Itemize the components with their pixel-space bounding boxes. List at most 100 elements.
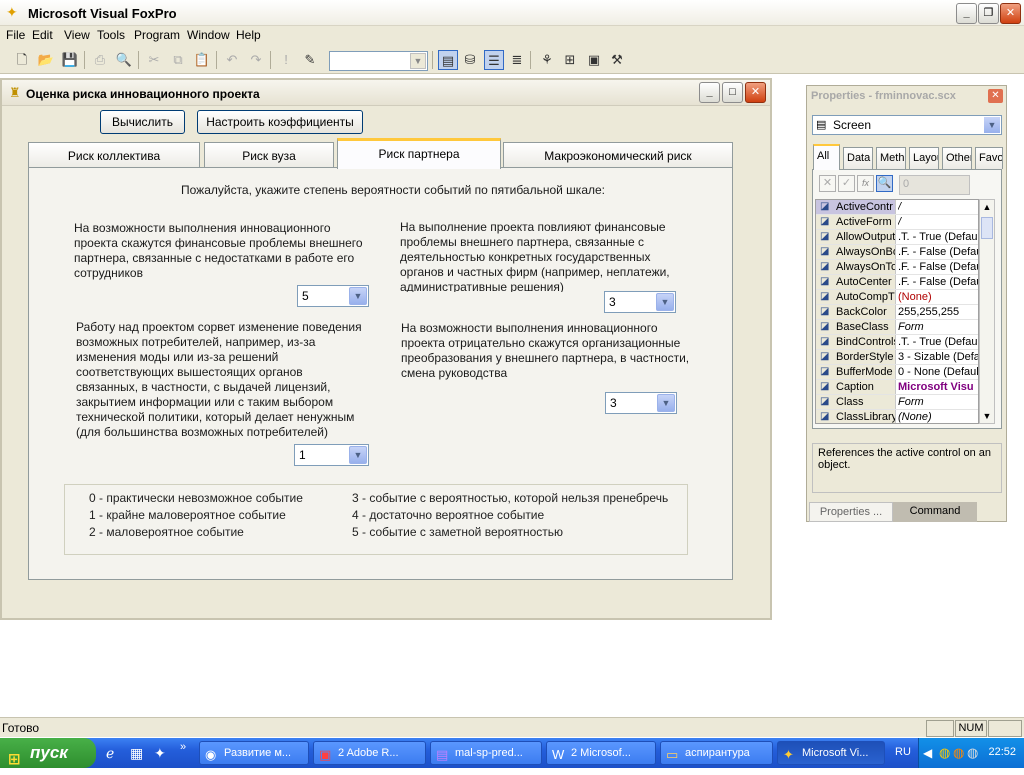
redo-icon[interactable]: ↷ xyxy=(246,50,266,70)
form-minimize-button[interactable]: _ xyxy=(699,82,720,103)
code-window-icon[interactable]: ≣ xyxy=(507,50,527,70)
toolbox-icon[interactable]: ⚒ xyxy=(607,50,627,70)
chevron-up-icon[interactable]: ▲ xyxy=(980,200,994,214)
chevron-down-icon[interactable]: ▼ xyxy=(656,293,674,311)
paste-icon[interactable]: 📋 xyxy=(192,50,212,70)
form-close-button[interactable]: ✕ xyxy=(745,82,766,103)
configure-coefficients-button[interactable]: Настроить коэффициенты xyxy=(197,110,363,134)
undo-icon[interactable]: ↶ xyxy=(222,50,242,70)
question-3-select[interactable]: 1 ▼ xyxy=(294,444,369,466)
property-row[interactable]: BackColor255,255,255 xyxy=(816,305,978,320)
property-row[interactable]: BindControls.T. - True (Defau xyxy=(816,335,978,350)
task-chrome[interactable]: ◉ Развитие м... xyxy=(199,741,309,765)
chevron-left-icon[interactable]: ◀ xyxy=(923,746,932,760)
task-adobe-reader[interactable]: ▣ 2 Adobe R... xyxy=(313,741,426,765)
property-row[interactable]: BorderStyle3 - Sizable (Defau xyxy=(816,350,978,365)
modify-form-icon[interactable]: ✎ xyxy=(300,50,320,70)
property-row[interactable]: AlwaysOnBo.F. - False (Defau xyxy=(816,245,978,260)
task-pane-icon[interactable]: ▣ xyxy=(584,50,604,70)
props-tab-methods[interactable]: Metho xyxy=(876,147,906,169)
chevron-down-icon[interactable]: ▼ xyxy=(980,409,994,423)
desktop-icon[interactable]: ▦ xyxy=(130,745,143,762)
property-row[interactable]: ClassLibrary(None) xyxy=(816,410,978,423)
menu-view[interactable]: View xyxy=(62,28,92,42)
property-row[interactable]: ActiveContr/ xyxy=(816,200,978,215)
tab-partner-risk[interactable]: Риск партнера xyxy=(337,138,501,169)
function-icon[interactable]: fx xyxy=(857,175,874,192)
question-2-select[interactable]: 3 ▼ xyxy=(604,291,676,313)
properties-tab[interactable]: Properties ... xyxy=(809,502,893,522)
tab-macroeconomic-risk[interactable]: Макроэкономический риск xyxy=(503,142,733,168)
copy-icon[interactable]: ⧉ xyxy=(168,50,188,70)
chevron-down-icon[interactable]: ▼ xyxy=(984,117,1000,133)
properties-window-icon[interactable]: ☰ xyxy=(484,50,504,70)
property-row[interactable]: BaseClassForm xyxy=(816,320,978,335)
task-word[interactable]: W2 Microsof... xyxy=(546,741,656,765)
scrollbar-thumb[interactable] xyxy=(981,217,993,239)
props-tab-other[interactable]: Other xyxy=(942,147,972,169)
new-icon[interactable]: 🗋 xyxy=(12,50,32,70)
menu-tools[interactable]: Tools xyxy=(95,28,127,42)
tab-team-risk[interactable]: Риск коллектива xyxy=(28,142,200,168)
tab-university-risk[interactable]: Риск вуза xyxy=(204,142,334,168)
chevron-down-icon[interactable]: ▼ xyxy=(349,287,367,305)
command-window-icon[interactable]: ▤ xyxy=(438,50,458,70)
property-row[interactable]: CaptionMicrosoft Visu xyxy=(816,380,978,395)
class-browser-icon[interactable]: ⚘ xyxy=(537,50,557,70)
props-tab-data[interactable]: Data xyxy=(843,147,873,169)
menu-file[interactable]: File xyxy=(4,28,27,42)
cancel-icon[interactable]: ✕ xyxy=(819,175,836,192)
calculate-button[interactable]: Вычислить xyxy=(100,110,185,134)
data-session-icon[interactable]: ⛁ xyxy=(460,50,480,70)
property-row[interactable]: ActiveForm/ xyxy=(816,215,978,230)
tray-app-icon[interactable]: ◍ xyxy=(939,745,950,761)
chevron-down-icon[interactable]: ▼ xyxy=(349,446,367,464)
language-indicator[interactable]: RU xyxy=(895,746,911,758)
property-grid-scrollbar[interactable]: ▲ ▼ xyxy=(979,199,995,424)
tray-app-icon[interactable]: ◍ xyxy=(967,745,978,761)
question-4-select[interactable]: 3 ▼ xyxy=(605,392,677,414)
minimize-button[interactable]: _ xyxy=(956,3,977,24)
question-1-select[interactable]: 5 ▼ xyxy=(297,285,369,307)
run-icon[interactable]: ! xyxy=(276,50,296,70)
save-icon[interactable]: 💾 xyxy=(60,50,80,70)
print-preview-icon[interactable]: 🔍 xyxy=(114,50,134,70)
property-row[interactable]: AlwaysOnTo.F. - False (Defau xyxy=(816,260,978,275)
task-visual-foxpro[interactable]: ✦ Microsoft Vi... xyxy=(777,741,885,765)
menu-edit[interactable]: Edit xyxy=(30,28,55,42)
task-winrar[interactable]: ▤ mal-sp-pred... xyxy=(430,741,542,765)
tray-app-icon[interactable]: ◍ xyxy=(953,745,964,761)
props-tab-favorites[interactable]: Favor xyxy=(975,147,1003,169)
props-tab-layout[interactable]: Layou xyxy=(909,147,939,169)
foxpro-launch-icon[interactable]: ✦ xyxy=(154,745,166,762)
chevron-down-icon[interactable]: ▼ xyxy=(657,394,675,412)
chevron-more-icon[interactable]: » xyxy=(180,741,186,753)
chevron-down-icon[interactable]: ▼ xyxy=(410,53,426,69)
property-row[interactable]: ClassForm xyxy=(816,395,978,410)
property-row[interactable]: BufferMode0 - None (Default xyxy=(816,365,978,380)
props-tab-all[interactable]: All xyxy=(813,144,840,170)
open-icon[interactable]: 📂 xyxy=(36,50,56,70)
cut-icon[interactable]: ✂ xyxy=(144,50,164,70)
task-folder[interactable]: ▭ аспирантура xyxy=(660,741,773,765)
property-row[interactable]: AutoCenter.F. - False (Defau xyxy=(816,275,978,290)
print-icon[interactable]: ⎙ xyxy=(90,50,110,70)
menu-help[interactable]: Help xyxy=(234,28,263,42)
property-row[interactable]: AllowOutput.T. - True (Defau xyxy=(816,230,978,245)
object-browser-icon[interactable]: ⊞ xyxy=(560,50,580,70)
close-icon[interactable]: ✕ xyxy=(988,89,1003,103)
menu-program[interactable]: Program xyxy=(132,28,182,42)
ie-icon[interactable]: ℯ xyxy=(106,745,114,762)
property-value-box[interactable]: 0 xyxy=(899,175,970,195)
start-button[interactable]: ⊞ пуск xyxy=(0,738,96,768)
accept-icon[interactable]: ✓ xyxy=(838,175,855,192)
property-row[interactable]: AutoCompT(None) xyxy=(816,290,978,305)
restore-button[interactable]: ❐ xyxy=(978,3,999,24)
form-maximize-button[interactable]: □ xyxy=(722,82,743,103)
close-button[interactable]: ✕ xyxy=(1000,3,1021,24)
menu-window[interactable]: Window xyxy=(185,28,232,42)
command-tab[interactable]: Command xyxy=(893,502,977,522)
object-selector[interactable]: ▤ Screen ▼ xyxy=(812,115,1002,135)
zoom-icon[interactable]: 🔍 xyxy=(876,175,893,192)
toolbar-combo[interactable]: ▼ xyxy=(329,51,428,71)
